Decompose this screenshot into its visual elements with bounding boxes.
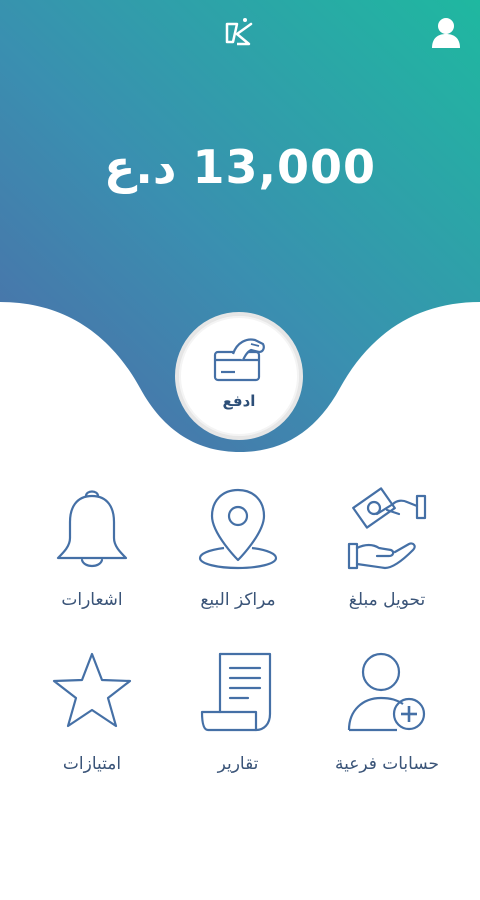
balance-display: د.ع 13,000 [0, 140, 480, 194]
menu-label: امتيازات [62, 754, 122, 774]
menu-item-sub-accounts[interactable]: حسابات فرعية [312, 650, 462, 790]
star-icon [52, 650, 132, 738]
menu-item-sales-points[interactable]: مراكز البيع [163, 486, 313, 626]
menu-item-notifications[interactable]: اشعارات [17, 486, 167, 626]
menu-label: مراكز البيع [200, 590, 276, 610]
receipt-icon [198, 650, 278, 738]
pay-label: ادفع [222, 392, 256, 410]
pay-button[interactable]: ادفع [175, 312, 303, 440]
user-profile-icon[interactable] [428, 14, 464, 50]
menu-label: حسابات فرعية [334, 754, 440, 774]
menu-label: تقارير [217, 754, 259, 774]
menu-label: اشعارات [61, 590, 123, 610]
home-screen: د.ع 13,000 ادفع تحويل مبلغ مراكز البيع ا… [0, 0, 480, 900]
bell-icon [52, 486, 132, 574]
menu-item-reports[interactable]: تقارير [163, 650, 313, 790]
balance-amount: 13,000 [192, 140, 377, 194]
balance-currency: د.ع [103, 140, 177, 194]
brand-logo-icon[interactable] [221, 16, 257, 52]
money-transfer-icon [347, 486, 427, 574]
add-user-icon [347, 650, 427, 738]
menu-label: تحويل مبلغ [348, 590, 426, 610]
menu-item-privileges[interactable]: امتيازات [17, 650, 167, 790]
card-payment-icon [213, 334, 269, 384]
location-pin-icon [198, 486, 278, 574]
menu-item-money-transfer[interactable]: تحويل مبلغ [312, 486, 462, 626]
